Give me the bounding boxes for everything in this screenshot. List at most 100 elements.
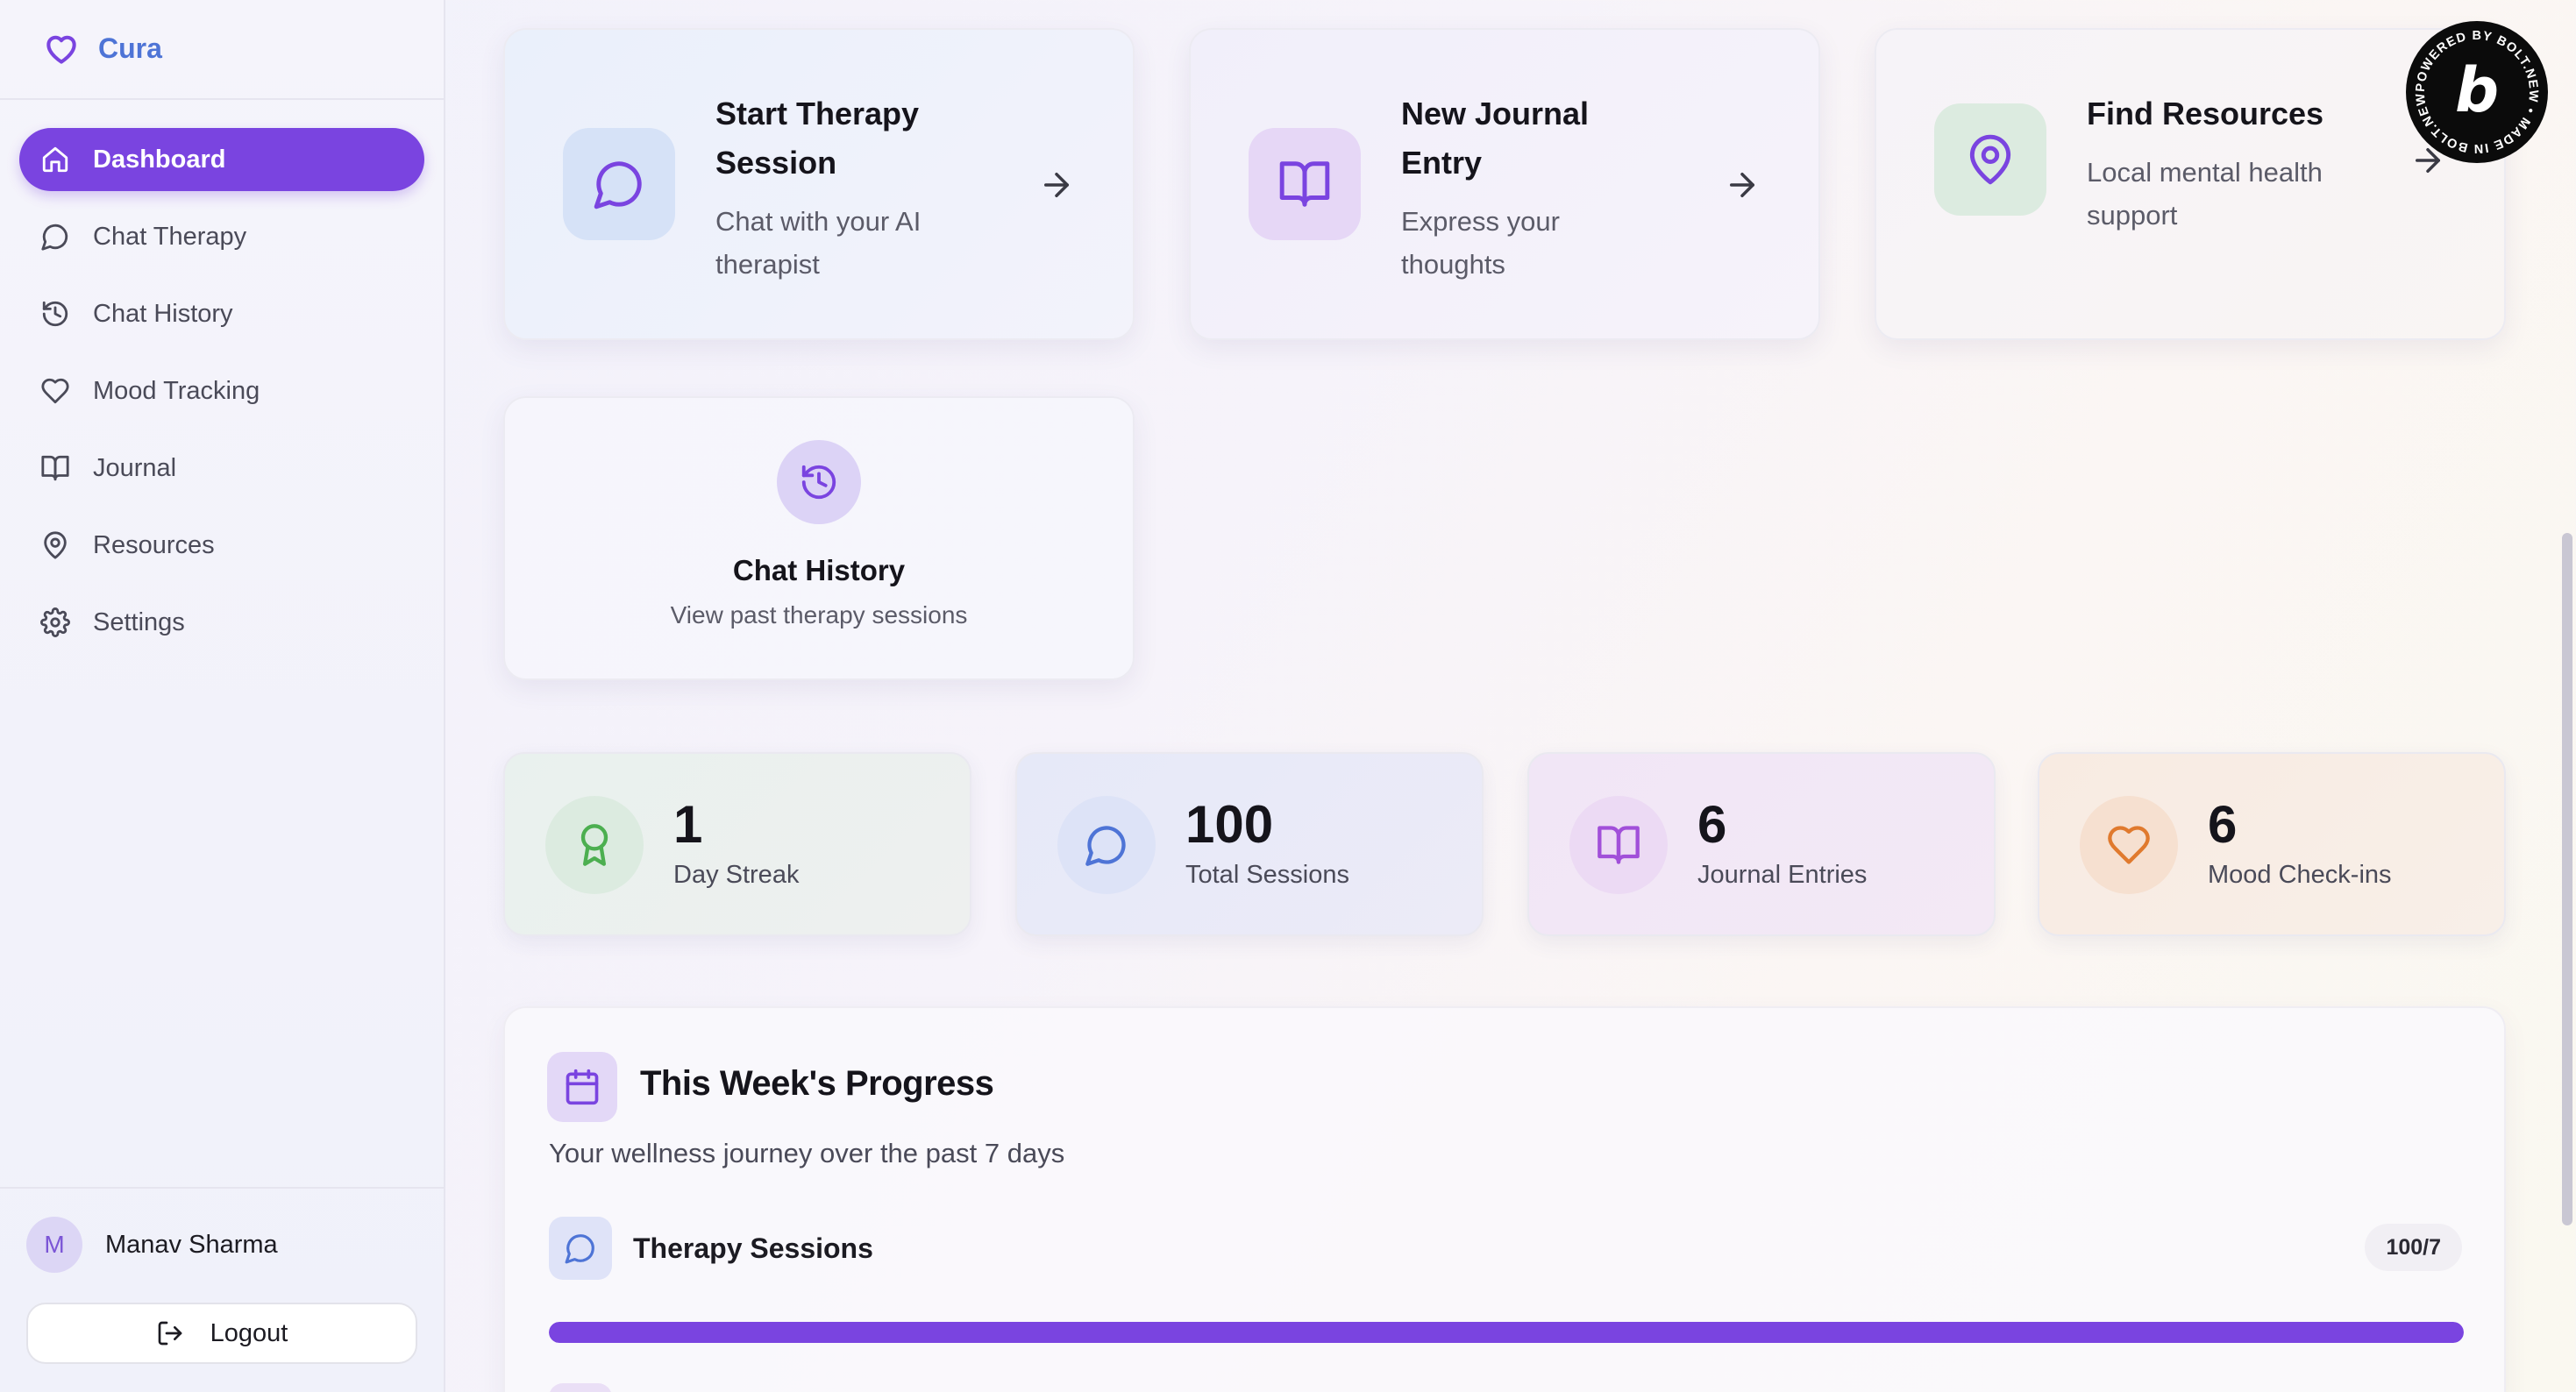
calendar-icon-box: [547, 1052, 617, 1122]
card-desc-line: therapist: [715, 249, 820, 280]
stat-value: 100: [1185, 795, 1274, 854]
card-title-line: Session: [715, 145, 837, 181]
heart-logo-icon: [46, 35, 76, 64]
card-title: New Journal Entry: [1401, 89, 1589, 188]
sidebar-item-label: Chat Therapy: [93, 222, 247, 251]
stat-label: Total Sessions: [1185, 861, 1349, 889]
book-open-icon: [1279, 161, 1330, 207]
chat-history-card[interactable]: Chat History View past therapy sessions: [503, 396, 1135, 680]
history-icon: [801, 465, 836, 500]
book-open-icon: [1598, 826, 1640, 864]
sidebar-item-resources[interactable]: Resources: [19, 514, 424, 577]
card-desc-line: thoughts: [1401, 249, 1505, 280]
sidebar-item-label: Chat History: [93, 299, 233, 328]
history-icon-circle: [777, 440, 861, 524]
stat-icon-circle: [1057, 796, 1156, 894]
history-icon: [42, 301, 68, 327]
arrow-right-icon: [1044, 173, 1069, 197]
logout-icon: [158, 1321, 181, 1346]
stat-label: Day Streak: [673, 861, 800, 889]
avatar: M: [26, 1217, 82, 1273]
sidebar-item-journal[interactable]: Journal: [19, 437, 424, 500]
progress-subtitle: Your wellness journey over the past 7 da…: [549, 1138, 1065, 1168]
map-pin-icon: [44, 531, 67, 559]
chat-icon-box: [563, 128, 675, 240]
card-desc-line: Chat with your AI: [715, 206, 922, 237]
sidebar-item-chat-history[interactable]: Chat History: [19, 282, 424, 345]
card-title-line: Find Resources: [2087, 96, 2324, 131]
bolt-badge-icon: POWERED BY BOLT.NEW • MADE IN BOLT.NEW •…: [2403, 11, 2539, 155]
award-icon: [580, 824, 608, 866]
logout-label: Logout: [210, 1318, 288, 1347]
sidebar-item-chat-therapy[interactable]: Chat Therapy: [19, 205, 424, 268]
powered-by-bolt-badge[interactable]: POWERED BY BOLT.NEW • MADE IN BOLT.NEW •…: [2403, 11, 2548, 163]
home-icon: [42, 146, 68, 173]
chat-bubble-icon: [565, 1234, 594, 1264]
card-title: Find Resources: [2087, 89, 2323, 138]
card-description: Local mental health support: [2087, 151, 2323, 237]
chat-bubble-icon: [41, 224, 68, 251]
sidebar: Cura Dashboard Chat Therapy Chat History: [0, 0, 445, 1392]
card-desc-line: Local mental health: [2087, 157, 2323, 188]
stat-journal-entries: 6 Journal Entries: [1527, 752, 1996, 936]
stat-label: Journal Entries: [1697, 861, 1868, 889]
sidebar-item-settings[interactable]: Settings: [19, 591, 424, 654]
card-title-line: Entry: [1401, 145, 1483, 181]
stat-icon-circle: [2080, 796, 2178, 894]
journal-icon-box: [1249, 128, 1361, 240]
stat-icon-circle: [1569, 796, 1668, 894]
divider: [0, 98, 445, 100]
progress-title: This Week's Progress: [640, 1064, 994, 1103]
stat-day-streak: 1 Day Streak: [503, 752, 971, 936]
card-desc-line: support: [2087, 200, 2178, 231]
progress-bar-fill: [549, 1322, 2464, 1343]
divider: [0, 1187, 445, 1189]
start-therapy-card[interactable]: Start Therapy Session Chat with your AI …: [503, 28, 1135, 340]
card-description: View past therapy sessions: [670, 601, 968, 629]
arrow-right-icon: [1730, 173, 1754, 197]
progress-bar: [549, 1322, 2464, 1343]
stat-value: 1: [673, 795, 703, 854]
sidebar-item-label: Settings: [93, 607, 185, 636]
sidebar-item-label: Resources: [93, 530, 215, 559]
card-description: Express your thoughts: [1401, 200, 1560, 286]
map-pin-icon: [1969, 134, 2011, 185]
stat-value: 6: [1697, 795, 1727, 854]
user-name: Manav Sharma: [105, 1230, 278, 1259]
next-row-icon-box: [549, 1383, 612, 1392]
sidebar-nav: Dashboard Chat Therapy Chat History Mood…: [19, 128, 424, 668]
sidebar-item-label: Journal: [93, 453, 177, 482]
stat-value: 6: [2208, 795, 2238, 854]
resources-icon-box: [1934, 103, 2046, 216]
app-name: Cura: [98, 32, 162, 64]
heart-icon: [2108, 826, 2150, 864]
badge-letter: b: [2455, 54, 2499, 126]
scrollbar-thumb[interactable]: [2562, 533, 2572, 1225]
weekly-progress-panel: This Week's Progress Your wellness journ…: [503, 1006, 2506, 1392]
stat-total-sessions: 100 Total Sessions: [1015, 752, 1484, 936]
brand-logo[interactable]: Cura: [40, 26, 162, 70]
card-title: Start Therapy Session: [715, 89, 919, 188]
sidebar-item-mood-tracking[interactable]: Mood Tracking: [19, 359, 424, 423]
chat-bubble-icon: [1085, 826, 1126, 866]
heart-icon: [41, 378, 69, 404]
user-profile[interactable]: M Manav Sharma: [26, 1217, 278, 1273]
card-title: Chat History: [732, 554, 906, 586]
stat-icon-circle: [545, 796, 644, 894]
chat-bubble-icon: [594, 161, 642, 210]
therapy-row-icon-box: [549, 1217, 612, 1280]
stat-mood-checkins: 6 Mood Check-ins: [2038, 752, 2506, 936]
sidebar-item-label: Mood Tracking: [93, 376, 260, 405]
card-desc-line: Express your: [1401, 206, 1560, 237]
card-title-line: New Journal: [1401, 96, 1590, 131]
gear-icon: [40, 607, 70, 637]
card-title-line: Start Therapy: [715, 96, 920, 131]
calendar-icon: [566, 1069, 599, 1105]
card-description: Chat with your AI therapist: [715, 200, 921, 286]
sidebar-item-label: Dashboard: [93, 145, 226, 174]
progress-count-badge: 100/7: [2365, 1224, 2462, 1271]
sidebar-item-dashboard[interactable]: Dashboard: [19, 128, 424, 191]
logout-button[interactable]: Logout: [26, 1303, 417, 1364]
new-journal-card[interactable]: New Journal Entry Express your thoughts: [1189, 28, 1820, 340]
book-open-icon: [41, 455, 69, 481]
